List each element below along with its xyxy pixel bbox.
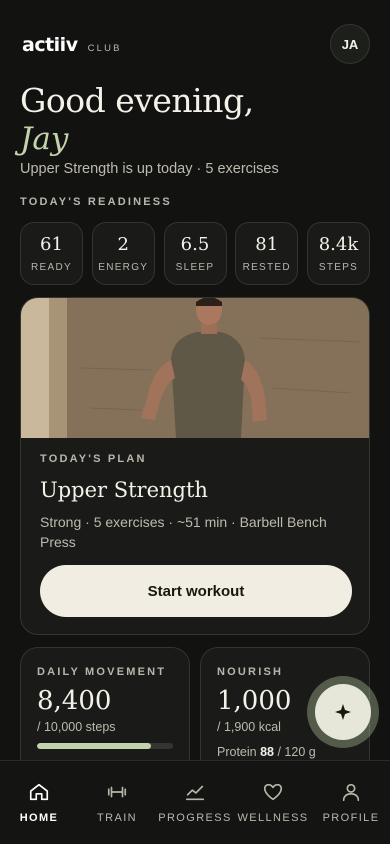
user-icon [342, 783, 360, 802]
chart-line-icon [185, 785, 205, 801]
brand-logo: actiiv [22, 34, 78, 56]
metric-value: 61 [40, 234, 63, 255]
dumbbell-icon [107, 786, 127, 798]
metric-value: 8.4k [318, 234, 359, 255]
daily-movement-card[interactable]: DAILY MOVEMENT 8,400 / 10,000 steps [20, 647, 190, 777]
readiness-metrics: 61 READY 2 ENERGY 6.5 SLEEP 81 RESTED 8.… [20, 222, 370, 285]
greeting-title: Good evening, [20, 81, 254, 120]
protein-label: Protein [217, 745, 257, 759]
home-screen: actiiv CLUB JA Good evening, Jay Upper S… [0, 0, 390, 844]
metric-ready[interactable]: 61 READY [20, 222, 83, 285]
protein-target: / 120 g [277, 745, 316, 759]
readiness-label: TODAY'S READINESS [20, 196, 172, 208]
tab-progress[interactable]: PROGRESS [156, 781, 234, 844]
steps-progress-bar [37, 743, 173, 749]
tab-train[interactable]: TRAIN [78, 781, 156, 844]
tab-home[interactable]: HOME [0, 781, 78, 844]
greeting-subtitle: Upper Strength is up today · 5 exercises [20, 161, 279, 177]
protein-value: 88 [260, 745, 274, 759]
plan-title: Upper Strength [40, 478, 208, 502]
metric-label: RESTED [242, 262, 291, 273]
nourish-value: 1,000 [217, 686, 292, 716]
workout-hero-image [21, 298, 369, 438]
metric-energy[interactable]: 2 ENERGY [91, 222, 155, 285]
plan-meta: Strong · 5 exercises · ~51 min · Barbell… [40, 514, 327, 550]
tab-wellness[interactable]: WELLNESS [234, 781, 312, 844]
nourish-target: / 1,900 kcal [217, 720, 281, 734]
metric-label: ENERGY [98, 262, 149, 273]
tab-label: WELLNESS [237, 812, 309, 824]
heart-icon [263, 783, 283, 801]
steps-progress-fill [37, 743, 152, 749]
avatar-button[interactable]: JA [330, 24, 370, 64]
movement-value: 8,400 [37, 686, 112, 716]
brand: actiiv CLUB [22, 34, 122, 56]
protein-line: Protein 88 / 120 g [217, 745, 316, 759]
plan-eyebrow: TODAY'S PLAN [40, 453, 147, 465]
tab-label: PROGRESS [158, 812, 232, 824]
metric-rested[interactable]: 81 RESTED [235, 222, 299, 285]
top-bar: actiiv CLUB JA [22, 24, 370, 66]
tab-label: HOME [19, 812, 59, 824]
greeting-name: Jay [20, 121, 69, 157]
metric-value: 6.5 [180, 234, 210, 255]
metric-label: SLEEP [175, 262, 215, 273]
athlete-illustration [21, 298, 369, 438]
tab-label: PROFILE [322, 812, 380, 824]
movement-target: / 10,000 steps [37, 720, 116, 734]
bottom-tab-bar: HOME TRAIN PROGRESS WELLNESS PROFILE [0, 760, 390, 844]
home-icon [29, 783, 49, 801]
metric-label: READY [31, 262, 72, 273]
todays-plan-card[interactable]: TODAY'S PLAN Upper Strength Strong · 5 e… [20, 297, 370, 635]
sparkle-icon [335, 704, 351, 720]
start-workout-button[interactable]: Start workout [40, 565, 352, 617]
tab-label: TRAIN [97, 812, 137, 824]
ai-assistant-button[interactable] [315, 684, 371, 740]
metric-label: STEPS [318, 262, 359, 273]
metric-value: 81 [255, 234, 279, 255]
movement-eyebrow: DAILY MOVEMENT [37, 666, 167, 678]
metric-value: 2 [117, 234, 129, 255]
nourish-eyebrow: NOURISH [217, 666, 284, 678]
brand-subtitle: CLUB [87, 43, 122, 54]
metric-sleep[interactable]: 6.5 SLEEP [163, 222, 227, 285]
tab-profile[interactable]: PROFILE [312, 781, 390, 844]
metric-steps[interactable]: 8.4k STEPS [307, 222, 370, 285]
